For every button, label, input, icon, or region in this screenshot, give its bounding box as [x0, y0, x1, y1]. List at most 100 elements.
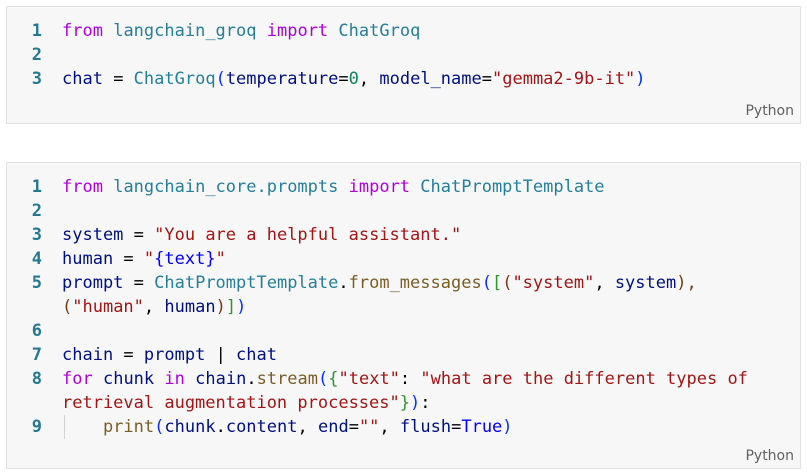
- code-token: in: [164, 369, 185, 389]
- code-token: =: [338, 69, 349, 89]
- code-token: =: [348, 417, 359, 437]
- code-line[interactable]: retrieval augmentation processes"}):: [7, 391, 800, 415]
- code-text[interactable]: from langchain_core.prompts import ChatP…: [62, 175, 800, 199]
- code-token: ": [215, 249, 226, 269]
- code-line[interactable]: 3 chat = ChatGroq(temperature=0, model_na…: [7, 67, 800, 91]
- code-token: ChatGroq: [338, 21, 421, 41]
- code-token: =: [451, 417, 462, 437]
- code-text[interactable]: human = "{text}": [62, 247, 800, 271]
- code-cell-2[interactable]: 1 from langchain_core.prompts import Chat…: [6, 162, 801, 469]
- code-token: ): [215, 297, 226, 317]
- code-token: =: [102, 69, 134, 89]
- code-token: 0: [348, 69, 359, 89]
- code-text[interactable]: prompt = ChatPromptTemplate.from_message…: [62, 271, 800, 295]
- code-cell-1[interactable]: 1 from langchain_groq import ChatGroq 2 3c…: [6, 6, 801, 124]
- code-line[interactable]: 1 from langchain_core.prompts import Chat…: [7, 175, 800, 199]
- code-token: system: [62, 225, 124, 245]
- code-token: retrieval augmentation processes": [62, 393, 400, 413]
- line-number: 3: [31, 69, 42, 89]
- code-token: import: [348, 177, 411, 197]
- code-token: ,: [143, 297, 165, 317]
- code-token: langchain_groq: [113, 21, 257, 41]
- code-editor[interactable]: 1 from langchain_groq import ChatGroq 2 3c…: [7, 19, 800, 91]
- code-line[interactable]: 9 print(chunk.content, end="", flush=Tru…: [7, 415, 800, 439]
- code-line[interactable]: ("human", human)]): [7, 295, 800, 319]
- code-token: {: [328, 369, 339, 389]
- code-line[interactable]: 6: [7, 319, 800, 343]
- code-text[interactable]: system = "You are a helpful assistant.": [62, 223, 800, 247]
- code-text[interactable]: chat = ChatGroq(temperature=0, model_nam…: [62, 67, 800, 91]
- indent-guide: [64, 415, 65, 439]
- line-number: 5: [31, 273, 42, 293]
- line-number: 2: [31, 201, 42, 221]
- code-token: .: [246, 369, 257, 389]
- code-text[interactable]: [62, 319, 800, 343]
- line-number: 9: [31, 417, 42, 437]
- code-token: system: [614, 273, 677, 293]
- code-text[interactable]: print(chunk.content, end="", flush=True): [62, 415, 800, 439]
- code-token: ,: [594, 273, 615, 293]
- code-text[interactable]: for chunk in chain.stream({"text": "what…: [62, 367, 800, 391]
- code-token: ,: [297, 417, 318, 437]
- code-token: "human": [72, 297, 144, 317]
- code-token: chat: [236, 345, 277, 365]
- code-text[interactable]: retrieval augmentation processes"}):: [62, 391, 800, 415]
- code-text[interactable]: [62, 199, 800, 223]
- code-token: "text": [338, 369, 400, 389]
- code-line[interactable]: 2: [7, 43, 800, 67]
- code-token: :: [420, 393, 431, 413]
- code-token: print: [102, 417, 155, 437]
- code-token: stream: [256, 369, 318, 389]
- code-token: =: [123, 225, 155, 245]
- code-token: [: [491, 273, 503, 293]
- code-token: "what are the different types of: [420, 369, 748, 389]
- code-token: .: [338, 273, 349, 293]
- code-token: =: [481, 69, 492, 89]
- code-token: :: [399, 369, 421, 389]
- code-token: ": [143, 249, 155, 269]
- code-line[interactable]: 4 human = "{text}": [7, 247, 800, 271]
- code-token: content: [225, 417, 298, 437]
- code-token: ,: [358, 69, 380, 89]
- code-token: ),: [676, 273, 697, 293]
- code-text[interactable]: ("human", human)]): [62, 295, 800, 319]
- code-text[interactable]: chain = prompt | chat: [62, 343, 800, 367]
- line-number: [7, 295, 62, 319]
- code-token: "": [358, 417, 380, 437]
- code-token: (: [215, 69, 226, 89]
- code-token: for: [62, 369, 93, 389]
- code-token: human: [62, 249, 114, 269]
- code-line[interactable]: 2: [7, 199, 800, 223]
- code-line[interactable]: 8 for chunk in chain.stream({"text": "wha…: [7, 367, 800, 391]
- code-token: (: [62, 297, 73, 317]
- code-text[interactable]: from langchain_groq import ChatGroq: [62, 19, 800, 43]
- code-token: langchain_core.prompts: [113, 177, 339, 197]
- code-token: ): [236, 297, 247, 317]
- code-token: ChatPromptTemplate: [420, 177, 605, 197]
- code-line[interactable]: 1 from langchain_groq import ChatGroq: [7, 19, 800, 43]
- line-number: [7, 391, 62, 415]
- code-token: end: [317, 417, 349, 437]
- code-token: .: [215, 417, 226, 437]
- code-token: {text}: [154, 249, 216, 269]
- language-label: Python: [745, 448, 794, 464]
- code-editor[interactable]: 1 from langchain_core.prompts import Chat…: [7, 175, 800, 439]
- code-line[interactable]: 3 system = "You are a helpful assistant.": [7, 223, 800, 247]
- code-token: chunk: [102, 369, 155, 389]
- code-token: ChatPromptTemplate: [154, 273, 339, 293]
- code-token: (: [318, 369, 329, 389]
- code-line[interactable]: 7 chain = prompt | chat: [7, 343, 800, 367]
- code-token: ,: [379, 417, 400, 437]
- code-token: prompt: [62, 273, 124, 293]
- code-text[interactable]: [62, 43, 800, 67]
- code-line[interactable]: 5 prompt = ChatPromptTemplate.from_messag…: [7, 271, 800, 295]
- code-token: ): [502, 417, 513, 437]
- code-token: =: [113, 345, 144, 365]
- line-number: 7: [31, 345, 42, 365]
- code-token: True: [461, 417, 503, 437]
- line-number: 1: [31, 21, 42, 41]
